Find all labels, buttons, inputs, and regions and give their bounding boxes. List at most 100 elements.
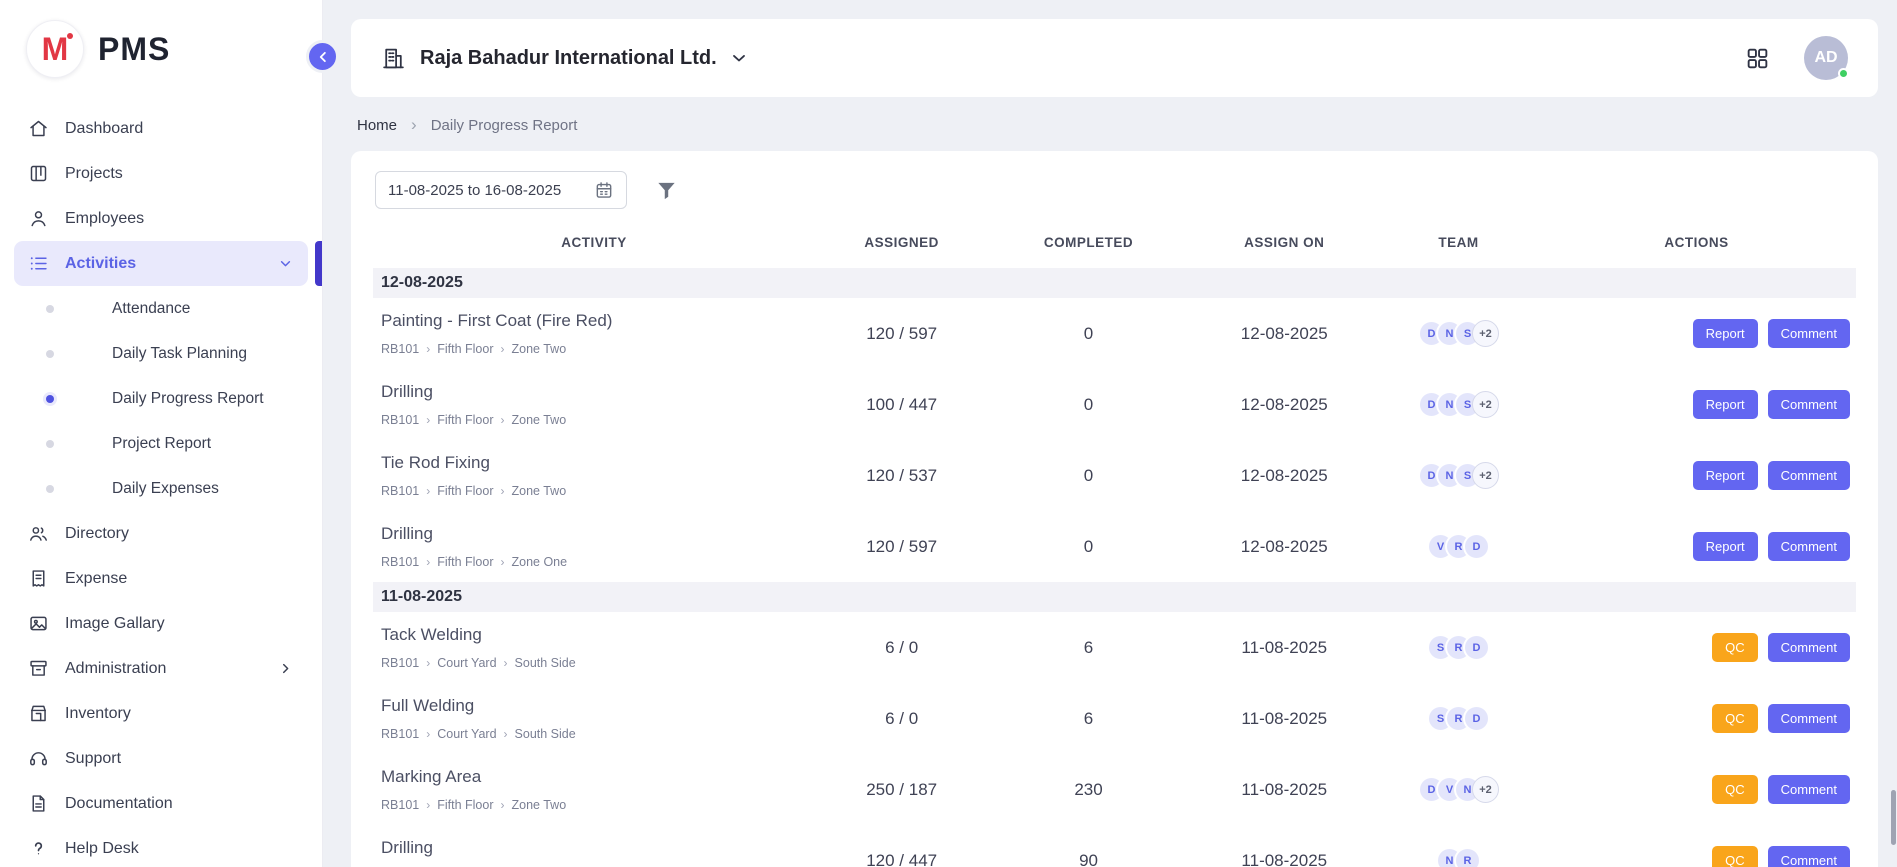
sidebar-subitem-project-report[interactable]: Project Report bbox=[14, 421, 308, 466]
inventory-icon bbox=[28, 703, 49, 724]
date-group-header: 11-08-2025 bbox=[373, 582, 1856, 612]
report-button[interactable]: Report bbox=[1693, 461, 1758, 490]
chevron-down-icon[interactable] bbox=[729, 48, 749, 68]
chevron-left-icon bbox=[314, 48, 332, 66]
sidebar-item-activities[interactable]: Activities bbox=[14, 241, 308, 286]
completed-value: 6 bbox=[988, 612, 1188, 683]
filter-icon[interactable] bbox=[655, 179, 678, 202]
sidebar-item-inventory[interactable]: Inventory bbox=[14, 691, 308, 736]
sidebar-item-administration[interactable]: Administration bbox=[14, 646, 308, 691]
qc-button[interactable]: QC bbox=[1712, 775, 1758, 804]
help-icon bbox=[28, 838, 49, 859]
assigned-value: 6 / 0 bbox=[815, 612, 989, 683]
sidebar-subitem-label: Attendance bbox=[112, 300, 190, 318]
sidebar-item-employees[interactable]: Employees bbox=[14, 196, 308, 241]
sidebar-item-image-gallary[interactable]: Image Gallary bbox=[14, 601, 308, 646]
activity-name: Painting - First Coat (Fire Red) bbox=[381, 311, 815, 331]
bullet-icon bbox=[46, 440, 54, 448]
expense-icon bbox=[28, 568, 49, 589]
sidebar-item-projects[interactable]: Projects bbox=[14, 151, 308, 196]
sidebar-subitem-daily-task-planning[interactable]: Daily Task Planning bbox=[14, 331, 308, 376]
comment-button[interactable]: Comment bbox=[1768, 846, 1850, 867]
sidebar-item-label: Activities bbox=[65, 255, 136, 273]
topbar-right: AD bbox=[1745, 36, 1848, 80]
path-separator-icon: › bbox=[501, 798, 505, 812]
column-header-actions: ACTIONS bbox=[1537, 225, 1856, 268]
sidebar-item-expense[interactable]: Expense bbox=[14, 556, 308, 601]
sidebar-item-documentation[interactable]: Documentation bbox=[14, 781, 308, 826]
comment-button[interactable]: Comment bbox=[1768, 532, 1850, 561]
row-actions: QC Comment bbox=[1537, 633, 1856, 662]
top-header: Raja Bahadur International Ltd. AD bbox=[351, 19, 1878, 97]
team-avatars: DNS+2 bbox=[1380, 320, 1537, 347]
assign-on-value: 11-08-2025 bbox=[1189, 825, 1380, 867]
report-button[interactable]: Report bbox=[1693, 532, 1758, 561]
team-avatar: R bbox=[1454, 847, 1481, 867]
qc-button[interactable]: QC bbox=[1712, 633, 1758, 662]
sidebar-item-support[interactable]: Support bbox=[14, 736, 308, 781]
table-row: Marking Area RB101›Fifth Floor›Zone Two … bbox=[373, 754, 1856, 825]
sidebar-subitem-attendance[interactable]: Attendance bbox=[14, 286, 308, 331]
chevron-right-icon bbox=[277, 660, 294, 677]
activity-path: RB101›Court Yard›South Side bbox=[381, 727, 815, 741]
path-segment: RB101 bbox=[381, 342, 419, 356]
sidebar-subitem-daily-expenses[interactable]: Daily Expenses bbox=[14, 466, 308, 511]
comment-button[interactable]: Comment bbox=[1768, 633, 1850, 662]
online-status-dot bbox=[1838, 68, 1849, 79]
team-avatars: SRD bbox=[1380, 634, 1537, 661]
row-actions: Report Comment bbox=[1537, 319, 1856, 348]
sidebar-item-label: Expense bbox=[65, 570, 127, 588]
assigned-value: 120 / 537 bbox=[815, 440, 989, 511]
team-avatars: SRD bbox=[1380, 705, 1537, 732]
path-segment: RB101 bbox=[381, 727, 419, 741]
activity-name: Tack Welding bbox=[381, 625, 815, 645]
comment-button[interactable]: Comment bbox=[1768, 390, 1850, 419]
avatar-initials: AD bbox=[1814, 49, 1837, 67]
path-segment: RB101 bbox=[381, 413, 419, 427]
path-segment: Fifth Floor bbox=[437, 484, 493, 498]
logo-letter: M bbox=[42, 33, 69, 65]
assign-on-value: 12-08-2025 bbox=[1189, 369, 1380, 440]
qc-button[interactable]: QC bbox=[1712, 704, 1758, 733]
path-segment: Fifth Floor bbox=[437, 798, 493, 812]
table-header-row: ACTIVITYASSIGNEDCOMPLETEDASSIGN ONTEAMAC… bbox=[373, 225, 1856, 268]
path-separator-icon: › bbox=[426, 484, 430, 498]
report-button[interactable]: Report bbox=[1693, 390, 1758, 419]
table-row: Drilling RB101›Fifth Floor›Zone Two 120 … bbox=[373, 825, 1856, 867]
team-avatars: DVN+2 bbox=[1380, 776, 1537, 803]
qc-button[interactable]: QC bbox=[1712, 846, 1758, 867]
team-avatar: D bbox=[1463, 533, 1490, 560]
user-avatar[interactable]: AD bbox=[1804, 36, 1848, 80]
comment-button[interactable]: Comment bbox=[1768, 704, 1850, 733]
sidebar-item-directory[interactable]: Directory bbox=[14, 511, 308, 556]
company-name[interactable]: Raja Bahadur International Ltd. bbox=[420, 47, 717, 70]
comment-button[interactable]: Comment bbox=[1768, 461, 1850, 490]
gallery-icon bbox=[28, 613, 49, 634]
completed-value: 0 bbox=[988, 369, 1188, 440]
sidebar-item-help-desk[interactable]: Help Desk bbox=[14, 826, 308, 867]
column-header-completed: COMPLETED bbox=[988, 225, 1188, 268]
sidebar-item-dashboard[interactable]: Dashboard bbox=[14, 106, 308, 151]
breadcrumb-home[interactable]: Home bbox=[357, 117, 397, 134]
path-separator-icon: › bbox=[426, 656, 430, 670]
activity-name: Full Welding bbox=[381, 696, 815, 716]
report-button[interactable]: Report bbox=[1693, 319, 1758, 348]
brand-logo: M bbox=[26, 20, 84, 78]
row-actions: QC Comment bbox=[1537, 846, 1856, 867]
sidebar-item-label: Support bbox=[65, 750, 121, 768]
sidebar-item-label: Administration bbox=[65, 660, 166, 678]
sidebar-subitem-daily-progress-report[interactable]: Daily Progress Report bbox=[14, 376, 308, 421]
team-avatar-extra: +2 bbox=[1472, 320, 1499, 347]
group-date-label: 12-08-2025 bbox=[373, 268, 1856, 298]
path-segment: Fifth Floor bbox=[437, 555, 493, 569]
apps-grid-icon[interactable] bbox=[1745, 46, 1770, 71]
date-range-input[interactable]: 11-08-2025 to 16-08-2025 bbox=[375, 171, 627, 209]
path-segment: Court Yard bbox=[437, 656, 496, 670]
scrollbar-thumb[interactable] bbox=[1891, 790, 1896, 845]
building-icon bbox=[381, 46, 406, 71]
sidebar-collapse-button[interactable] bbox=[306, 40, 339, 73]
sidebar-item-label: Dashboard bbox=[65, 120, 143, 138]
comment-button[interactable]: Comment bbox=[1768, 775, 1850, 804]
activity-path: RB101›Fifth Floor›Zone Two bbox=[381, 413, 815, 427]
comment-button[interactable]: Comment bbox=[1768, 319, 1850, 348]
